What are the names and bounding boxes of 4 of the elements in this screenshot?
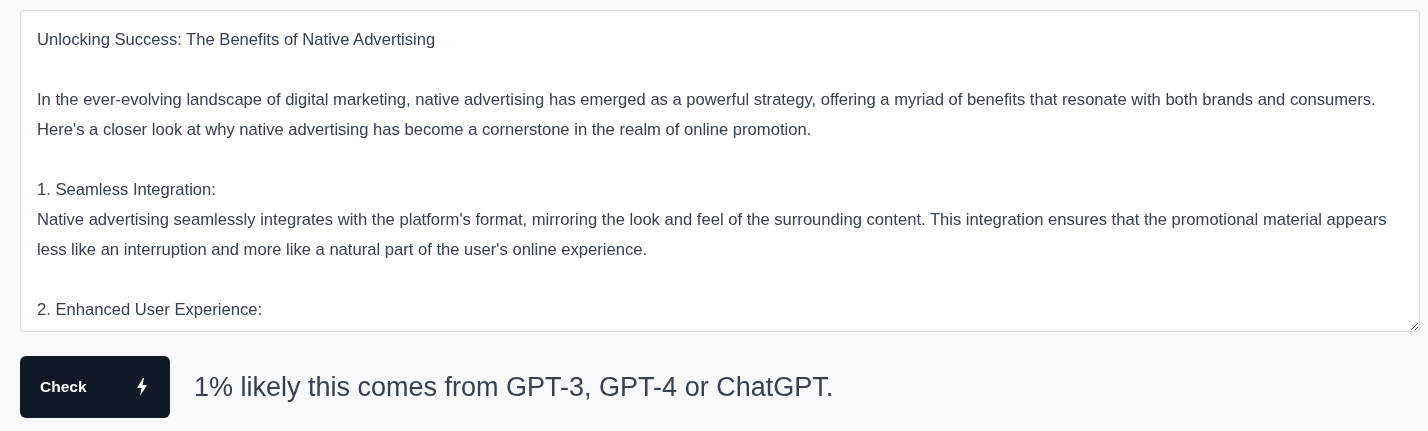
result-text: 1% likely this comes from GPT-3, GPT-4 or ChatGPT. [194,370,834,404]
text-field[interactable]: Unlocking Success: The Benefits of Native Advertising In the ever-evolving landscape of digital marketing, native advertising has emerged as a powerful strategy, offering a myriad of benefits that resonate with both brands and consumers. Here's a closer look at why native advertising has become a cornerstone in the realm of online promotion. 1. Seamless Integration: Native advertising seamlessly integrates with the platform's format, mirroring the look and feel of the surrounding content. This integration ensures that the promotional material appears less like an interruption and more like a natural part of the user's online experience. 2. Enhanced User Experience: [20,10,1420,332]
check-button[interactable]: Check [20,356,170,418]
lightning-icon [136,378,147,396]
